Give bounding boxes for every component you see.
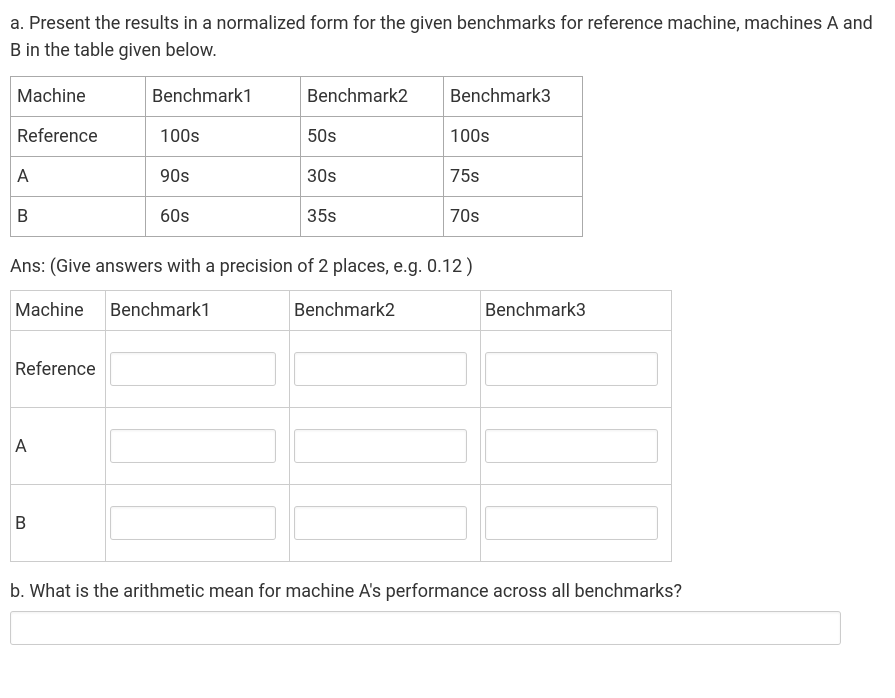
cell-machine: Reference [11, 117, 146, 157]
answer-instruction: Ans: (Give answers with a precision of 2… [10, 253, 885, 280]
arithmetic-mean-input[interactable] [10, 611, 841, 645]
header-machine: Machine [11, 77, 146, 117]
reference-b3-input[interactable] [485, 352, 658, 386]
cell-machine: B [11, 197, 146, 237]
b-b2-input[interactable] [294, 506, 467, 540]
cell-b3: 100s [444, 117, 583, 157]
cell-b3: 70s [444, 197, 583, 237]
cell-b1: 60s [146, 197, 301, 237]
table-row: A 90s 30s 75s [11, 157, 583, 197]
table-row: Machine Benchmark1 Benchmark2 Benchmark3 [11, 77, 583, 117]
question-b-text: b. What is the arithmetic mean for machi… [10, 578, 885, 605]
header-benchmark1: Benchmark1 [106, 291, 290, 331]
table-row: B 60s 35s 70s [11, 197, 583, 237]
header-benchmark3: Benchmark3 [481, 291, 672, 331]
cell-b1: 90s [146, 157, 301, 197]
cell-b2: 50s [301, 117, 444, 157]
header-benchmark3: Benchmark3 [444, 77, 583, 117]
b-b3-input[interactable] [485, 506, 658, 540]
header-machine: Machine [11, 291, 106, 331]
b-b1-input[interactable] [110, 506, 276, 540]
table-row: Reference [11, 331, 672, 408]
row-label-reference: Reference [11, 331, 106, 408]
row-label-b: B [11, 485, 106, 562]
a-b2-input[interactable] [294, 429, 467, 463]
table-row: A [11, 408, 672, 485]
a-b1-input[interactable] [110, 429, 276, 463]
answer-input-table: Machine Benchmark1 Benchmark2 Benchmark3… [10, 290, 672, 562]
cell-machine: A [11, 157, 146, 197]
benchmark-data-table: Machine Benchmark1 Benchmark2 Benchmark3… [10, 76, 583, 237]
table-row: B [11, 485, 672, 562]
question-a-text: a. Present the results in a normalized f… [10, 10, 885, 64]
header-benchmark1: Benchmark1 [146, 77, 301, 117]
cell-b2: 30s [301, 157, 444, 197]
cell-b1: 100s [146, 117, 301, 157]
cell-b2: 35s [301, 197, 444, 237]
reference-b1-input[interactable] [110, 352, 276, 386]
reference-b2-input[interactable] [294, 352, 467, 386]
header-benchmark2: Benchmark2 [290, 291, 481, 331]
cell-b3: 75s [444, 157, 583, 197]
row-label-a: A [11, 408, 106, 485]
a-b3-input[interactable] [485, 429, 658, 463]
header-benchmark2: Benchmark2 [301, 77, 444, 117]
table-row: Machine Benchmark1 Benchmark2 Benchmark3 [11, 291, 672, 331]
table-row: Reference 100s 50s 100s [11, 117, 583, 157]
